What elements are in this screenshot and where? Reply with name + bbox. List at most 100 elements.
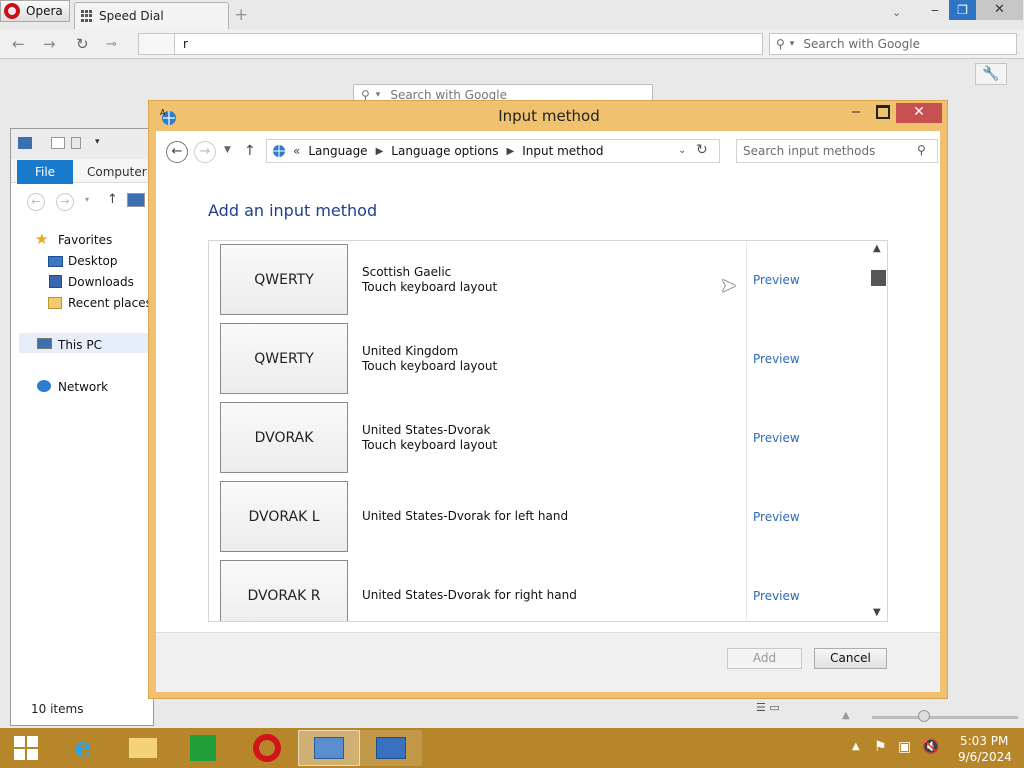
keyboard-tile: DVORAK <box>220 402 348 473</box>
new-folder-icon[interactable] <box>71 137 81 149</box>
favorites-star-icon: ★ <box>35 230 49 248</box>
forward-arrow-icon[interactable]: → <box>56 193 74 211</box>
reload-icon[interactable]: ↻ <box>76 35 89 53</box>
taskbar-remote-desktop[interactable] <box>360 730 422 766</box>
nav-item-favorites[interactable]: Favorites <box>58 233 112 247</box>
nav-item-network[interactable]: Network <box>58 380 108 394</box>
show-hidden-icons-arrow[interactable]: ▲ <box>852 741 860 752</box>
forward-arrow-icon[interactable]: → <box>43 35 56 53</box>
up-arrow-icon[interactable]: ↑ <box>244 143 256 159</box>
breadcrumb[interactable]: « Language ▶ Language options ▶ Input me… <box>266 139 720 163</box>
taskbar-file-explorer[interactable] <box>112 730 174 766</box>
breadcrumb-item-language[interactable]: Language <box>308 144 367 158</box>
volume-muted-icon[interactable]: 🔇 <box>922 739 939 755</box>
dialog-minimize-button[interactable]: ‒ <box>849 104 863 124</box>
chevron-right-icon[interactable]: ▶ <box>507 146 515 157</box>
taskbar-internet-explorer[interactable]: e <box>52 730 114 766</box>
start-button[interactable] <box>0 728 52 768</box>
nav-item-desktop[interactable]: Desktop <box>68 254 118 268</box>
opera-icon <box>253 734 281 762</box>
breadcrumb-overflow[interactable]: « <box>293 144 300 158</box>
search-icon[interactable]: ⚲ <box>917 143 926 157</box>
breadcrumb-item-input-method[interactable]: Input method <box>522 144 603 158</box>
back-arrow-icon[interactable]: ← <box>12 35 25 53</box>
properties-icon[interactable] <box>51 137 65 149</box>
speed-dial-icon <box>81 10 93 22</box>
preview-link[interactable]: Preview <box>753 589 800 603</box>
explorer-nav-row: ← → ▾ ↑ <box>11 187 153 215</box>
scroll-down-arrow[interactable]: ▼ <box>873 607 881 618</box>
dialog-close-button[interactable]: ✕ <box>896 103 942 123</box>
windows-logo-icon <box>14 736 38 760</box>
list-item[interactable]: DVORAK L United States-Dvorak for left h… <box>209 478 887 557</box>
forward-button[interactable]: → <box>194 141 216 163</box>
preview-link[interactable]: Preview <box>753 510 800 524</box>
address-bar[interactable]: r <box>174 33 763 55</box>
browser-search-field[interactable]: ⚲ ▾ Search with Google <box>769 33 1017 55</box>
network-icon[interactable]: ▣ <box>898 739 911 755</box>
network-icon <box>37 380 51 392</box>
wrench-icon[interactable]: 🔧 <box>975 63 1007 85</box>
desktop-icon <box>48 256 63 267</box>
clock-date[interactable]: 9/6/2024 <box>958 750 1018 764</box>
input-method-layout: Touch keyboard layout <box>362 359 498 373</box>
recent-locations-dropdown[interactable]: ▼ <box>224 145 231 155</box>
chevron-down-icon[interactable]: ⌄ <box>892 6 901 19</box>
chevron-down-icon[interactable]: ▾ <box>790 39 795 49</box>
refresh-icon[interactable]: ↻ <box>696 142 708 158</box>
search-icon: ⚲ <box>776 37 785 51</box>
back-arrow-icon[interactable]: ← <box>27 193 45 211</box>
chevron-down-icon[interactable]: ⌄ <box>678 145 686 156</box>
preview-link[interactable]: Preview <box>753 352 800 366</box>
search-input-methods-field[interactable]: Search input methods <box>736 139 938 163</box>
dialog-maximize-button[interactable] <box>876 105 890 119</box>
breadcrumb-item-language-options[interactable]: Language options <box>391 144 498 158</box>
browser-minimize-button[interactable]: ‒ <box>922 0 948 20</box>
preview-link[interactable]: Preview <box>753 431 800 445</box>
up-arrow-icon[interactable]: ▲ <box>842 710 850 721</box>
list-item[interactable]: QWERTY United Kingdom Touch keyboard lay… <box>209 320 887 399</box>
nav-item-downloads[interactable]: Downloads <box>68 275 134 289</box>
up-arrow-icon[interactable]: ↑ <box>107 192 118 207</box>
nav-item-this-pc[interactable]: This PC <box>58 338 102 352</box>
address-site-info[interactable] <box>138 33 174 55</box>
chevron-down-icon[interactable]: ▾ <box>85 195 89 204</box>
input-method-name: Scottish Gaelic <box>362 265 452 279</box>
cancel-button[interactable]: Cancel <box>814 648 887 669</box>
flag-icon[interactable]: ⚑ <box>874 739 887 755</box>
back-button[interactable]: ← <box>166 141 188 163</box>
opera-menu-button[interactable]: Opera <box>0 0 70 22</box>
clock-time[interactable]: 5:03 PM <box>960 734 1020 748</box>
ribbon-tab-file[interactable]: File <box>17 160 73 184</box>
chevron-down-icon[interactable]: ▾ <box>376 90 381 100</box>
zoom-slider[interactable] <box>872 716 1018 719</box>
preview-link[interactable]: Preview <box>753 273 800 287</box>
new-tab-button[interactable]: + <box>234 5 248 25</box>
input-method-name: United States-Dvorak <box>362 423 491 437</box>
nav-item-recent-places[interactable]: Recent places <box>68 296 152 310</box>
browser-close-button[interactable]: ✕ <box>976 0 1023 20</box>
taskbar-store[interactable] <box>172 730 234 766</box>
scroll-up-arrow[interactable]: ▲ <box>873 243 881 254</box>
list-item[interactable]: DVORAK R United States-Dvorak for right … <box>209 557 887 621</box>
input-method-layout: Touch keyboard layout <box>362 438 498 452</box>
chevron-right-icon[interactable]: ▶ <box>376 146 384 157</box>
chevron-down-icon[interactable]: ▾ <box>95 137 100 147</box>
list-item[interactable]: DVORAK United States-Dvorak Touch keyboa… <box>209 399 887 478</box>
keyboard-tile: QWERTY <box>220 244 348 315</box>
list-item[interactable]: QWERTY Scottish Gaelic Touch keyboard la… <box>209 241 887 320</box>
tab-label: Speed Dial <box>99 9 164 23</box>
details-view-icon[interactable]: ☰ ▭ <box>756 701 780 714</box>
key-icon[interactable]: ⊸ <box>106 37 117 52</box>
browser-restore-button[interactable]: ❐ <box>949 0 976 20</box>
taskbar-opera[interactable] <box>236 730 298 766</box>
folder-icon <box>128 737 158 759</box>
tab-speed-dial[interactable]: Speed Dial <box>74 2 229 29</box>
ribbon-tab-computer[interactable]: Computer <box>87 165 147 179</box>
zoom-slider-thumb[interactable] <box>918 710 930 722</box>
scrollbar-thumb[interactable] <box>871 270 886 286</box>
add-button[interactable]: Add <box>727 648 802 669</box>
status-item-count: 10 items <box>31 702 84 716</box>
explorer-titlebar <box>11 129 153 159</box>
taskbar-control-panel[interactable] <box>298 730 360 766</box>
